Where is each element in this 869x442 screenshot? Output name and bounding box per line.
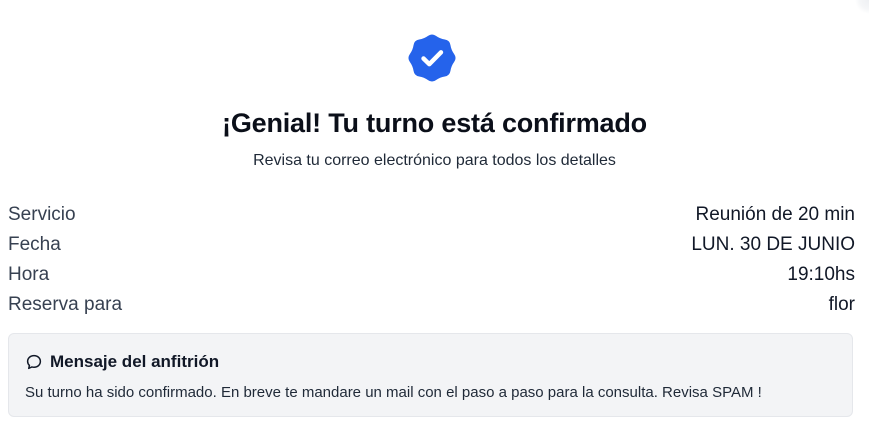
- booking-details: Servicio Reunión de 20 min Fecha LUN. 30…: [8, 200, 855, 320]
- detail-label: Servicio: [8, 204, 76, 225]
- corner-shade: [855, 0, 869, 14]
- detail-value: LUN. 30 DE JUNIO: [691, 234, 855, 255]
- detail-label: Fecha: [8, 234, 61, 255]
- detail-label: Reserva para: [8, 294, 123, 315]
- detail-row-reserva-para: Reserva para flor: [8, 290, 855, 320]
- detail-label: Hora: [8, 264, 50, 285]
- host-message-text: Su turno ha sido confirmado. En breve te…: [25, 384, 762, 401]
- detail-value: 19:10hs: [787, 264, 855, 285]
- detail-value: Reunión de 20 min: [695, 204, 856, 225]
- host-message-header: Mensaje del anfitrión: [25, 351, 219, 373]
- host-message-box: Mensaje del anfitrión Su turno ha sido c…: [8, 333, 853, 417]
- detail-row-fecha: Fecha LUN. 30 DE JUNIO: [8, 230, 855, 260]
- confirmation-title: ¡Genial! Tu turno está confirmado: [222, 108, 647, 138]
- verified-badge-check-icon: [407, 33, 457, 83]
- booking-confirmation-page: ¡Genial! Tu turno está confirmado Revisa…: [0, 0, 869, 442]
- detail-value: flor: [828, 294, 855, 315]
- detail-row-hora: Hora 19:10hs: [8, 260, 855, 290]
- chat-bubble-icon: [25, 353, 43, 371]
- detail-row-servicio: Servicio Reunión de 20 min: [8, 200, 855, 230]
- confirmation-subtitle: Revisa tu correo electrónico para todos …: [253, 152, 616, 169]
- host-message-title: Mensaje del anfitrión: [50, 352, 220, 371]
